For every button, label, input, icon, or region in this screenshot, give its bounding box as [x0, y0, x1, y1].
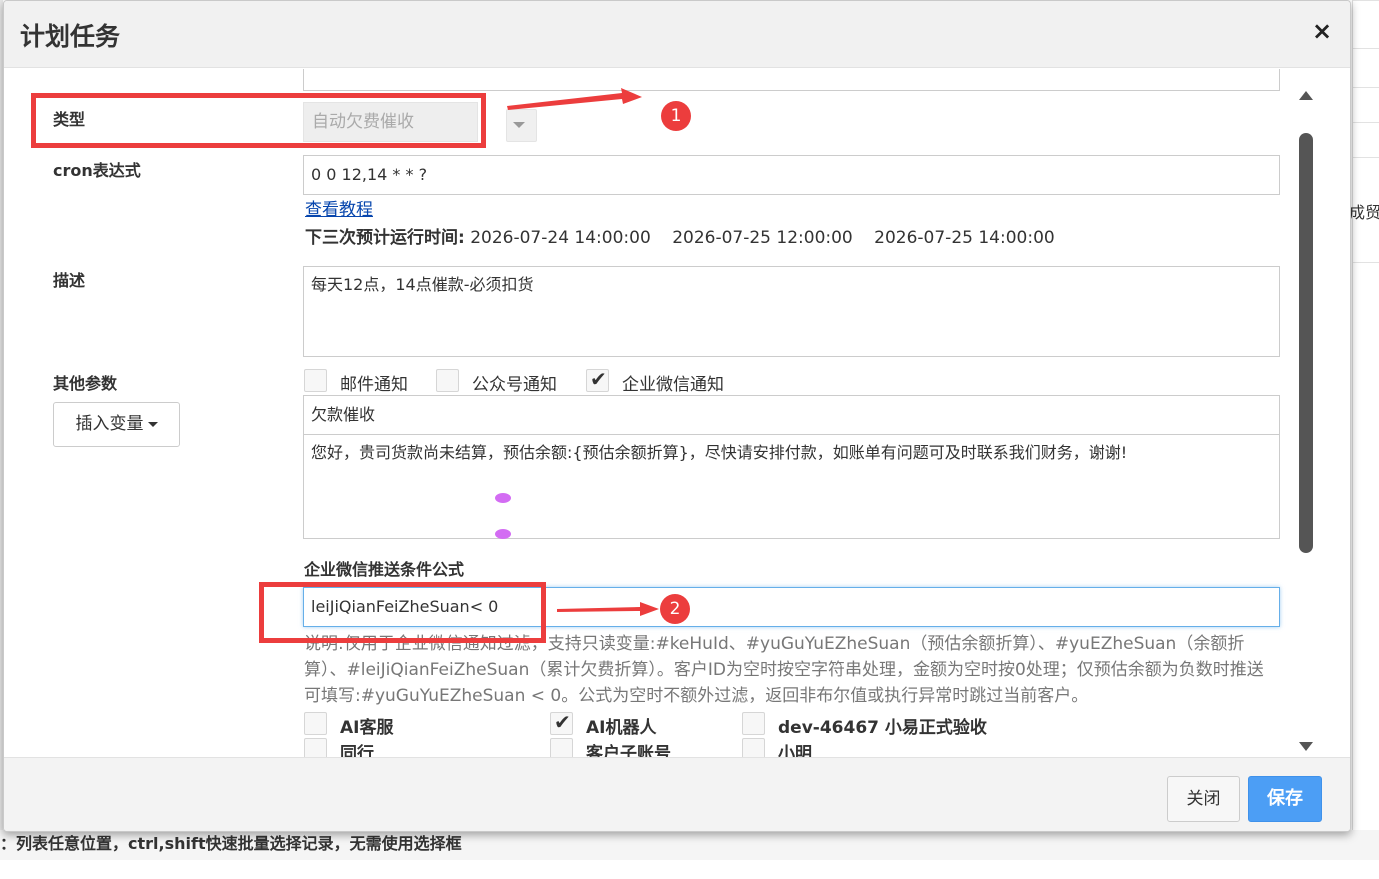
annotation-arrow-1 [507, 88, 642, 110]
annotation-arrow-2 [557, 602, 659, 616]
annotation-badge-1: 1 [661, 101, 691, 131]
annotation-badge-2: 2 [660, 594, 690, 624]
annotation-arrows [507, 88, 659, 616]
